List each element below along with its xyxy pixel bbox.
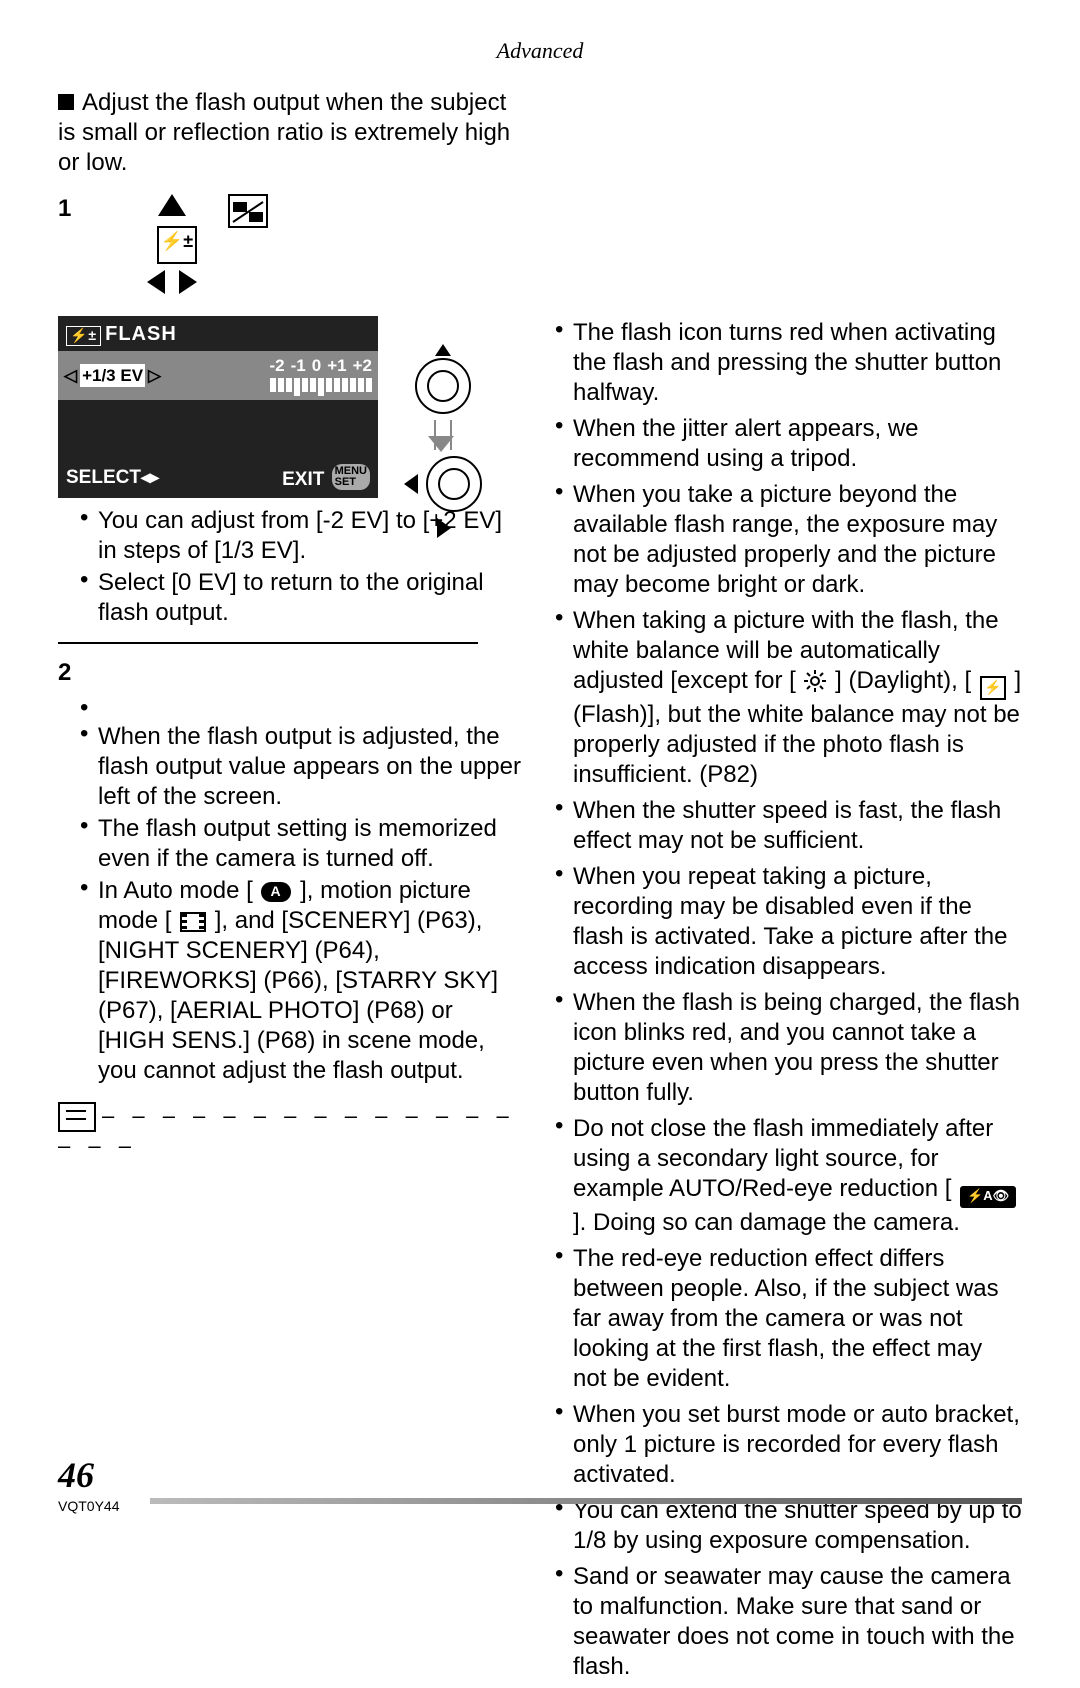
scale-label: -1 bbox=[291, 355, 306, 376]
list-item: When taking a picture with the flash, th… bbox=[555, 606, 1022, 790]
intro-paragraph: Adjust the flash output when the subject… bbox=[58, 88, 525, 178]
scale-label: 0 bbox=[312, 355, 321, 376]
list-item: The red-eye reduction effect differs bet… bbox=[555, 1244, 1022, 1394]
list-item: The flash icon turns red when activating… bbox=[555, 318, 1022, 408]
lcd-title: FLASH bbox=[105, 323, 177, 345]
list-item: When you repeat taking a picture, record… bbox=[555, 862, 1022, 982]
note-icon bbox=[58, 1102, 96, 1132]
lcd-screen: ⚡±FLASH ◁ +1/3 EV ▷ -2 -1 0 +1 +2 bbox=[58, 316, 378, 498]
list-item: You can adjust from [-2 EV] to [+2 EV] i… bbox=[80, 506, 525, 566]
control-dial-icon bbox=[426, 456, 482, 512]
exposure-comp-icon bbox=[228, 194, 268, 228]
left-arrow-icon bbox=[147, 270, 165, 294]
list-item: The flash output setting is memorized ev… bbox=[80, 814, 525, 874]
document-id: VQT0Y44 bbox=[58, 1498, 119, 1514]
dashed-divider: – – – – – – – – – – – – – – – – – bbox=[58, 1102, 525, 1160]
up-arrow-icon bbox=[158, 194, 186, 216]
list-item: When the shutter speed is fast, the flas… bbox=[555, 796, 1022, 856]
step-number-1: 1 bbox=[58, 194, 80, 224]
list-item: When the flash is being charged, the fla… bbox=[555, 988, 1022, 1108]
page-header: Advanced bbox=[58, 38, 1022, 64]
auto-redeye-icon: ⚡A👁 bbox=[960, 1186, 1016, 1208]
intro-text: Adjust the flash output when the subject… bbox=[58, 89, 510, 176]
list-item: When the jitter alert appears, we recomm… bbox=[555, 414, 1022, 474]
footer-rule bbox=[150, 1498, 1022, 1504]
daylight-icon bbox=[804, 670, 826, 692]
list-item: In Auto mode [ ], motion picture mode [ … bbox=[80, 876, 525, 1086]
page-number: 46 bbox=[58, 1454, 94, 1496]
flash-wb-icon: ⚡ bbox=[980, 676, 1006, 700]
section-square-icon bbox=[58, 94, 74, 110]
down-arrow-icon bbox=[434, 420, 452, 450]
left-column: Adjust the flash output when the subject… bbox=[58, 88, 525, 1688]
scale-label: +1 bbox=[327, 355, 346, 376]
divider bbox=[58, 642, 478, 644]
list-item: When you set burst mode or auto bracket,… bbox=[555, 1400, 1022, 1490]
auto-mode-icon bbox=[261, 882, 291, 902]
list-item: You can extend the shutter speed by up t… bbox=[555, 1496, 1022, 1556]
list-item: Sand or seawater may cause the camera to… bbox=[555, 1562, 1022, 1682]
flash-adjust-icon: ⚡± bbox=[157, 226, 197, 264]
lcd-select-label: SELECT bbox=[66, 467, 141, 488]
list-item: When you take a picture beyond the avail… bbox=[555, 480, 1022, 600]
control-dial-icon bbox=[415, 358, 471, 414]
flash-plus-minus-icon: ⚡± bbox=[66, 326, 101, 346]
lcd-ev-value: +1/3 EV bbox=[80, 364, 145, 387]
list-item: When the flash output is adjusted, the f… bbox=[80, 722, 525, 812]
menu-set-icon: MENUSET bbox=[332, 464, 370, 490]
list-item bbox=[80, 696, 525, 720]
scale-label: +2 bbox=[353, 355, 372, 376]
scale-label: -2 bbox=[270, 355, 285, 376]
lcd-exit-label: EXIT bbox=[282, 469, 324, 490]
small-up-arrow-icon bbox=[435, 344, 451, 356]
right-arrow-icon bbox=[179, 270, 197, 294]
motion-picture-icon bbox=[180, 912, 206, 932]
right-column: The flash icon turns red when activating… bbox=[555, 88, 1022, 1688]
step-number-2: 2 bbox=[58, 658, 80, 688]
list-item: Do not close the flash immediately after… bbox=[555, 1114, 1022, 1238]
left-triangle-icon bbox=[404, 474, 418, 494]
list-item: Select [0 EV] to return to the original … bbox=[80, 568, 525, 628]
